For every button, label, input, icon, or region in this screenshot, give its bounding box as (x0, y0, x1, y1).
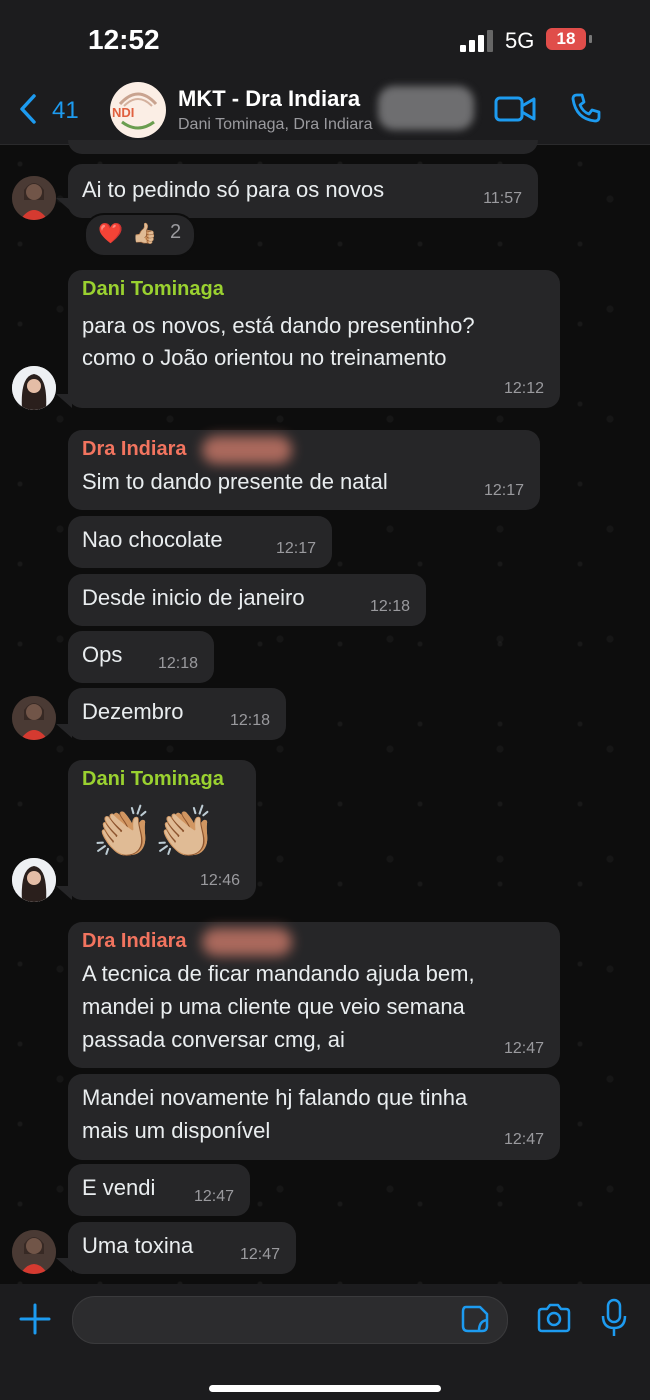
message-text: Uma toxina (82, 1233, 194, 1258)
svg-text:NDI: NDI (112, 105, 134, 120)
message-text-line: para os novos, está dando presentinho? (82, 313, 475, 338)
reaction-count: 2 (170, 221, 182, 243)
message-bubble[interactable]: E vendi 12:47 (68, 1164, 250, 1216)
thumbs-up-emoji: 👍🏼 (132, 223, 157, 245)
message-text-line: mandei p uma cliente que veio semana (82, 994, 465, 1019)
status-time: 12:52 (88, 24, 160, 55)
avatar-dani-tominaga[interactable] (12, 858, 56, 902)
phone-icon[interactable] (570, 92, 602, 124)
sender-name: Dani Tominaga (82, 768, 224, 790)
status-bar: 12:52 5G 18 (0, 0, 650, 80)
chat-title[interactable]: MKT - Dra Indiara (178, 86, 360, 112)
video-call-icon[interactable] (494, 94, 536, 124)
message-bubble[interactable]: Ops 12:18 (68, 631, 214, 683)
redacted-blur (202, 928, 292, 956)
battery-cap (589, 35, 592, 43)
microphone-icon[interactable] (600, 1298, 628, 1338)
chat-header: 41 NDI MKT - Dra Indiara Dani Tominaga, … (0, 80, 650, 145)
message-bubble[interactable]: Ai to pedindo só para os novos 11:57 (68, 164, 538, 218)
message-text: Ops (82, 642, 123, 667)
message-input[interactable] (72, 1296, 508, 1344)
redacted-blur (202, 436, 292, 464)
heart-emoji: ❤️ (98, 223, 123, 245)
message-time: 12:18 (157, 655, 198, 672)
message-text-line: A tecnica de ficar mandando ajuda bem, (82, 961, 475, 986)
group-logo-icon: NDI (111, 83, 165, 137)
sender-name: Dra Indiara (82, 438, 187, 460)
message-bubble[interactable]: Dani Tominaga 👏🏼👏🏼 12:46 (68, 760, 256, 900)
message-bubble[interactable]: Dra Indiara A tecnica de ficar mandando … (68, 922, 560, 1068)
message-text: Desde inicio de janeiro (82, 585, 305, 610)
message-time: 12:18 (369, 598, 410, 615)
message-text: E vendi (82, 1175, 156, 1200)
avatar-dra-indiara[interactable] (12, 1230, 56, 1274)
message-time: 12:47 (503, 1040, 544, 1057)
message-text-line: como o João orientou no treinamento (82, 345, 447, 370)
message-bubble[interactable]: Dezembro 12:18 (68, 688, 286, 740)
sticker-icon[interactable] (460, 1304, 490, 1334)
sender-name: Dani Tominaga (82, 278, 224, 300)
plus-icon[interactable] (18, 1302, 52, 1336)
message-text: Sim to dando presente de natal (82, 469, 388, 494)
battery-icon: 18 (546, 28, 586, 50)
chat-participants[interactable]: Dani Tominaga, Dra Indiara (178, 116, 372, 134)
composer-bar (0, 1284, 650, 1400)
group-avatar[interactable]: NDI (110, 82, 166, 138)
message-text: Ai to pedindo só para os novos (82, 177, 385, 202)
chevron-left-icon[interactable] (20, 94, 36, 124)
message-time: 12:47 (503, 1131, 544, 1148)
message-time: 12:17 (483, 482, 524, 499)
message-text: Dezembro (82, 699, 184, 724)
avatar-dra-indiara[interactable] (12, 176, 56, 220)
message-text-line: mais um disponível (82, 1118, 271, 1143)
message-bubble[interactable]: Desde inicio de janeiro 12:18 (68, 574, 426, 626)
home-indicator (209, 1385, 441, 1392)
message-bubble[interactable]: Dra Indiara Sim to dando presente de nat… (68, 430, 540, 510)
previous-message-bubble (68, 140, 538, 154)
message-time: 12:12 (503, 380, 544, 397)
message-time: 12:17 (275, 540, 316, 557)
message-text-line: passada conversar cmg, ai (82, 1027, 345, 1052)
message-time: 12:47 (193, 1188, 234, 1205)
clapping-hands-emoji: 👏🏼👏🏼 (92, 804, 217, 860)
message-text: Nao chocolate (82, 527, 223, 552)
message-bubble[interactable]: Uma toxina 12:47 (68, 1222, 296, 1274)
message-time: 12:47 (239, 1246, 280, 1263)
message-bubble[interactable]: Nao chocolate 12:17 (68, 516, 332, 568)
reaction-pill[interactable]: ❤️ 👍🏼 2 (84, 213, 196, 257)
back-unread-count[interactable]: 41 (52, 97, 79, 125)
avatar-dra-indiara[interactable] (12, 696, 56, 740)
message-bubble[interactable]: Dani Tominaga para os novos, está dando … (68, 270, 560, 408)
message-bubble[interactable]: Mandei novamente hj falando que tinha ma… (68, 1074, 560, 1160)
message-time: 12:46 (199, 872, 240, 889)
message-text-line: Mandei novamente hj falando que tinha (82, 1085, 468, 1110)
signal-icon (460, 30, 494, 52)
message-time: 11:57 (483, 190, 522, 207)
avatar-dani-tominaga[interactable] (12, 366, 56, 410)
sender-name: Dra Indiara (82, 930, 187, 952)
network-type: 5G (505, 28, 535, 53)
redacted-blur (378, 86, 474, 130)
message-time: 12:18 (229, 712, 270, 729)
camera-icon[interactable] (536, 1302, 572, 1334)
